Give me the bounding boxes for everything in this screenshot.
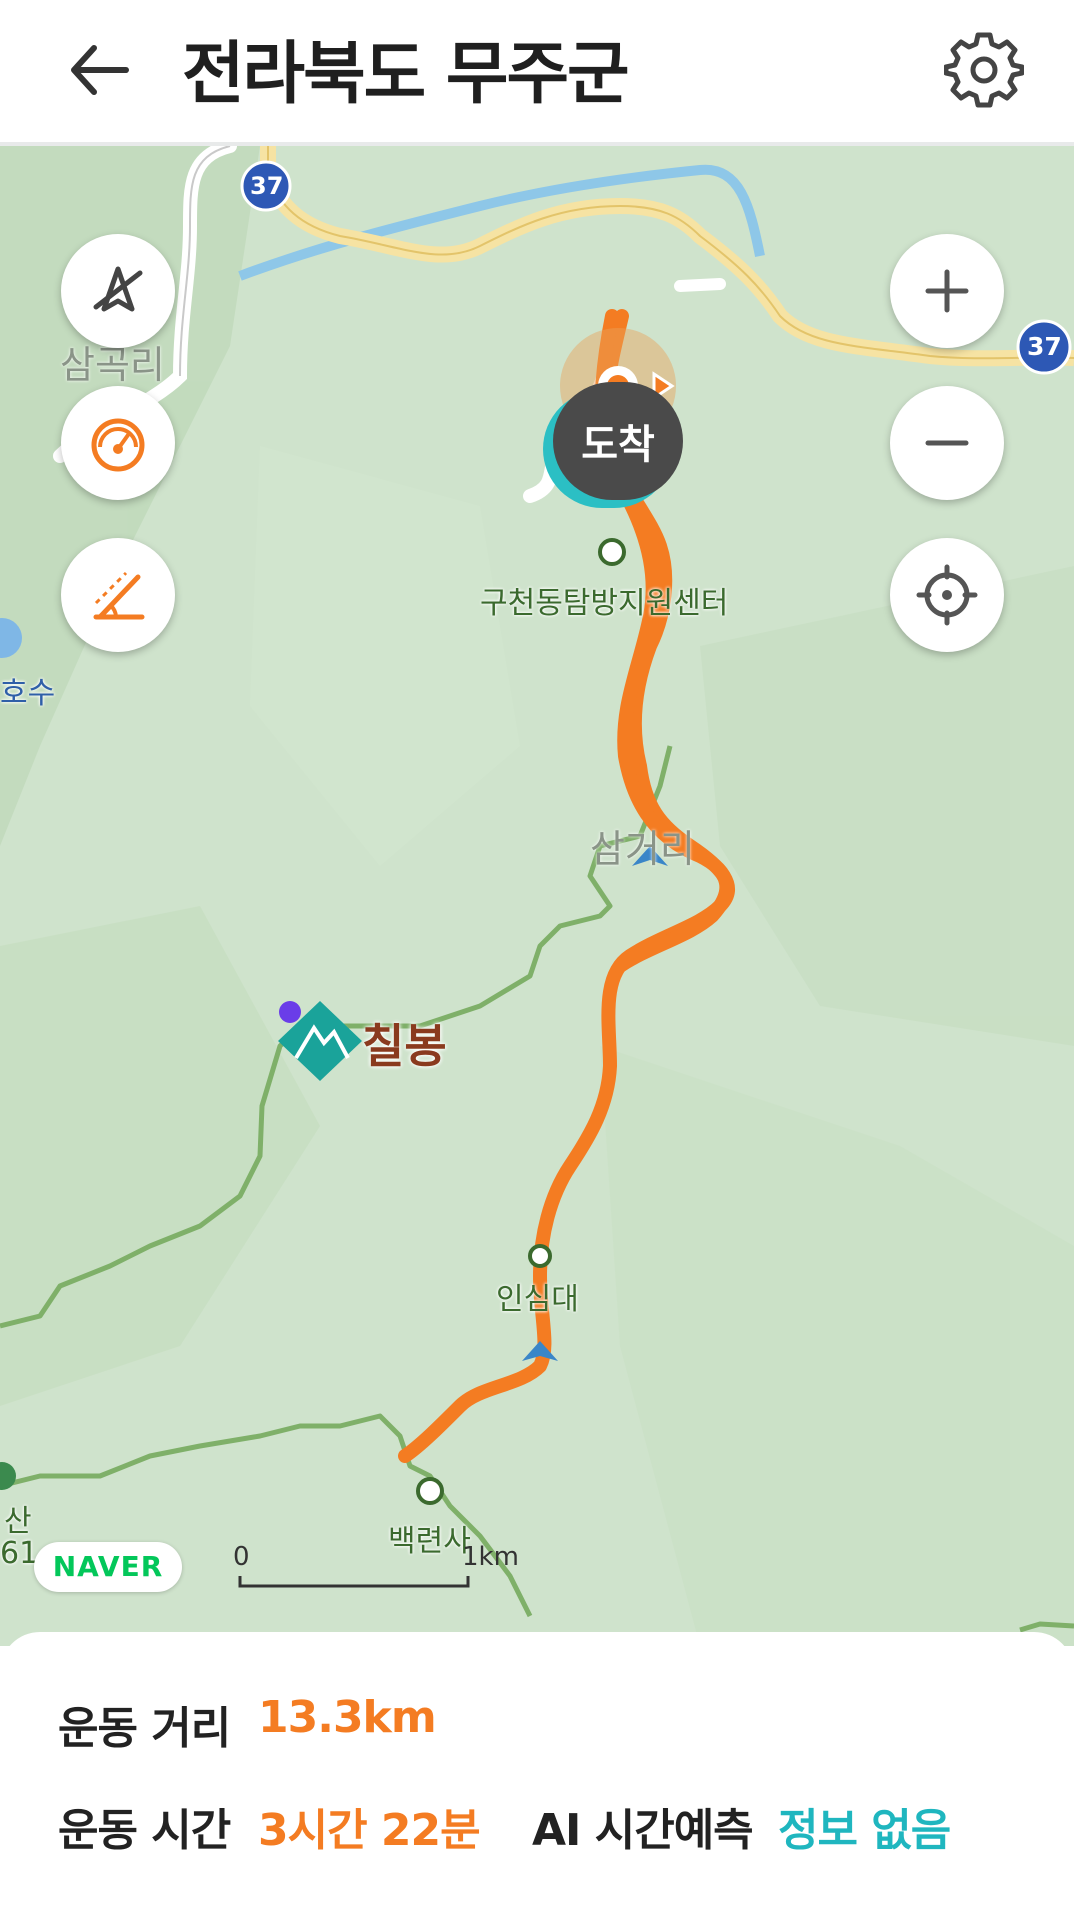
distance-value: 13.3km: [258, 1692, 437, 1743]
ai-estimate-label: AI 시간예측: [532, 1805, 754, 1856]
crosshair-icon: [916, 564, 978, 626]
road-badge-top-label: 37: [250, 172, 284, 200]
zoom-in-button[interactable]: [890, 234, 1004, 348]
label-visitor-center: 구천동탐방지원센터: [480, 586, 729, 621]
label-left-mountain: 산: [4, 1504, 32, 1539]
minus-icon: [925, 440, 969, 446]
left-mountain-icon: [0, 1462, 16, 1490]
arrival-label: 도착: [553, 382, 683, 500]
road-badge-right-label: 37: [1027, 332, 1062, 361]
gear-icon: [943, 32, 1025, 108]
ai-estimate-value: 정보 없음: [778, 1805, 951, 1856]
slope-icon: [93, 571, 145, 620]
compass-toggle-button[interactable]: [61, 234, 175, 348]
poi-center-marker: [598, 538, 626, 566]
speedometer-icon: [91, 418, 145, 472]
road-white-spur: [674, 278, 726, 292]
label-peak: 칠봉: [362, 1019, 447, 1073]
poi-insimdae-marker: [528, 1244, 552, 1268]
map-view[interactable]: 37 37 삼곡리 호수 구천동탐방지원센터 삼거리 칠봉 인심대 백련사 산 …: [0, 146, 1074, 1646]
back-button[interactable]: [60, 30, 140, 110]
scale-km-label: 1km: [462, 1542, 519, 1572]
scale-zero-label: 0: [233, 1542, 250, 1572]
zoom-out-button[interactable]: [890, 386, 1004, 500]
peak-marker: [278, 1001, 362, 1081]
scale-bar: [238, 1576, 470, 1588]
plus-icon: [925, 269, 969, 313]
top-bar: 전라북도 무주군: [0, 0, 1074, 146]
label-baekryeonsa: 백련사: [388, 1524, 471, 1559]
page-title: 전라북도 무주군: [182, 35, 630, 114]
label-left-elevation: 61: [0, 1536, 39, 1571]
slope-button[interactable]: [61, 538, 175, 652]
arrow-left-icon: [71, 45, 129, 95]
speed-button[interactable]: [61, 386, 175, 500]
stats-panel: 운동 거리 13.3km 운동 시간 3시간 22분 AI 시간예측 정보 없음: [0, 1632, 1074, 1907]
poi-baekryeonsa-marker: [416, 1477, 444, 1505]
naver-logo: NAVER: [34, 1542, 182, 1592]
label-samgeori: 삼거리: [590, 827, 695, 871]
distance-label: 운동 거리: [58, 1703, 231, 1754]
time-label: 운동 시간: [58, 1805, 231, 1856]
label-insimdae: 인심대: [496, 1282, 579, 1317]
time-value: 3시간 22분: [258, 1805, 481, 1856]
locate-button[interactable]: [890, 538, 1004, 652]
label-lake: 호수: [0, 676, 56, 711]
compass-off-icon: [93, 266, 143, 312]
settings-button[interactable]: [943, 30, 1025, 110]
